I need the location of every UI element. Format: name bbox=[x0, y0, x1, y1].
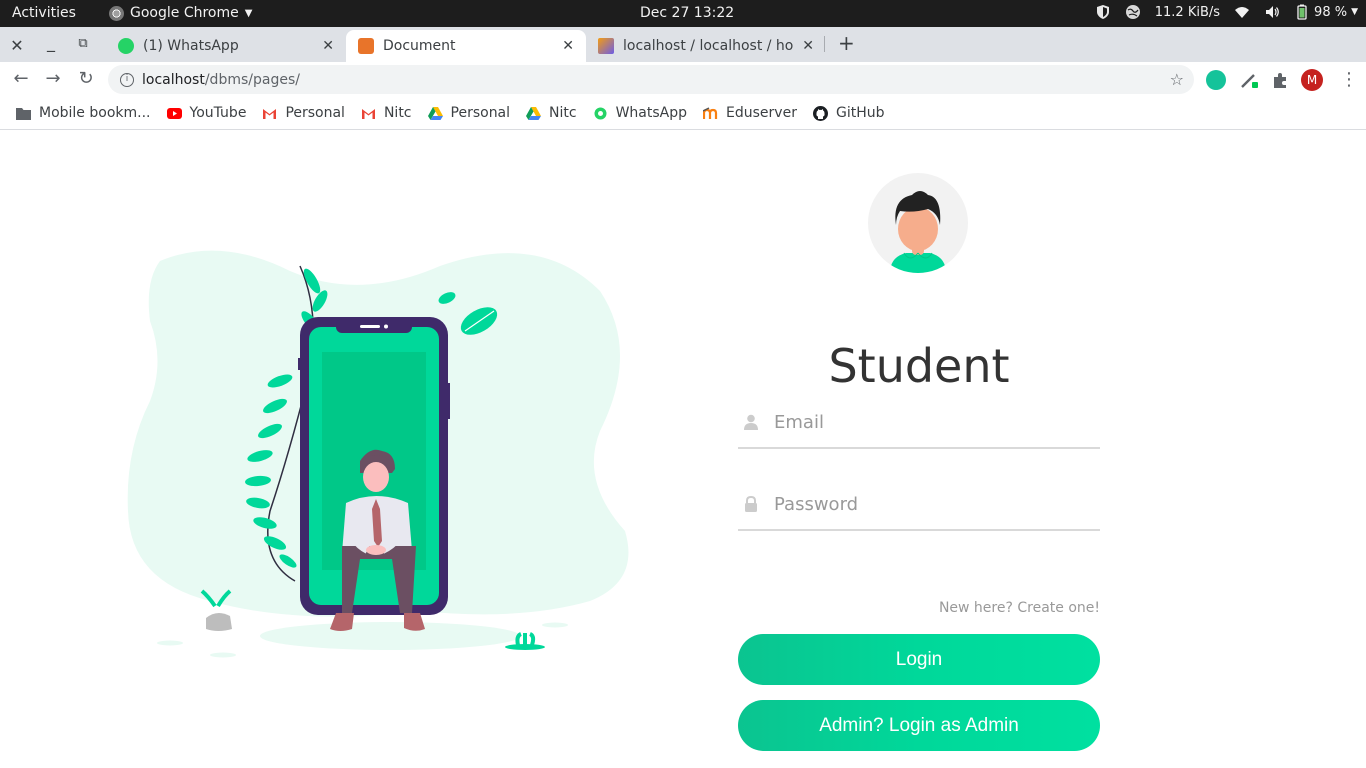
chrome-icon bbox=[109, 5, 124, 21]
battery-icon bbox=[1297, 4, 1307, 20]
tab-title: (1) WhatsApp bbox=[143, 38, 239, 54]
folder-icon bbox=[16, 107, 31, 120]
lock-icon bbox=[745, 496, 757, 512]
bookmark-star-icon[interactable]: ☆ bbox=[1170, 70, 1184, 89]
eyedropper-extension-icon[interactable] bbox=[1239, 70, 1259, 90]
bookmark-label: Eduserver bbox=[726, 105, 797, 121]
globe-icon bbox=[1125, 5, 1140, 19]
bookmark-eduserver[interactable]: Eduserver bbox=[703, 105, 797, 121]
tab-whatsapp[interactable]: (1) WhatsApp ✕ bbox=[106, 30, 346, 62]
new-tab-button[interactable]: + bbox=[838, 31, 855, 55]
wifi-icon bbox=[1235, 7, 1250, 18]
moodle-icon bbox=[703, 106, 718, 119]
email-input[interactable] bbox=[774, 407, 1094, 437]
app-menu[interactable]: Google Chrome ▼ bbox=[109, 5, 252, 21]
url-host: localhost bbox=[142, 71, 205, 88]
password-field-wrapper bbox=[738, 481, 1100, 531]
battery-level: 98 % bbox=[1314, 4, 1348, 20]
volume-icon bbox=[1266, 6, 1279, 18]
shield-icon bbox=[1096, 5, 1109, 19]
bookmark-github[interactable]: GitHub bbox=[812, 105, 885, 121]
extensions-puzzle-icon[interactable] bbox=[1270, 70, 1290, 90]
restore-icon[interactable]: ⧉ bbox=[74, 36, 92, 51]
app-name: Google Chrome bbox=[130, 5, 239, 21]
network-speed: 11.2 KiB/s bbox=[1154, 4, 1221, 20]
password-input[interactable] bbox=[774, 489, 1094, 519]
minimize-icon[interactable]: _ bbox=[42, 33, 60, 52]
tab-document[interactable]: Document ✕ bbox=[346, 30, 586, 62]
bookmark-gmail-personal[interactable]: Personal bbox=[262, 105, 345, 121]
bookmark-label: WhatsApp bbox=[615, 105, 688, 121]
bookmark-mobile[interactable]: Mobile bookm... bbox=[16, 105, 151, 121]
close-window-icon[interactable]: ✕ bbox=[8, 36, 26, 55]
drive-icon bbox=[526, 106, 542, 120]
xampp-icon bbox=[358, 38, 374, 54]
activities-button[interactable]: Activities bbox=[12, 5, 76, 21]
back-arrow-icon[interactable]: ← bbox=[10, 68, 32, 89]
close-tab-icon[interactable]: ✕ bbox=[802, 38, 814, 54]
bookmarks-bar: Mobile bookm... YouTube Personal Nitc Pe… bbox=[0, 97, 1366, 130]
url-path: /dbms/pages/ bbox=[204, 71, 300, 88]
browser-toolbar: ← → ↻ i localhost/dbms/pages/ ☆ M ⋮ bbox=[0, 62, 1366, 97]
bookmark-label: Personal bbox=[285, 105, 345, 121]
tab-phpmyadmin[interactable]: localhost / localhost / hos ✕ bbox=[586, 30, 826, 62]
bookmark-label: Nitc bbox=[549, 105, 577, 121]
bookmark-label: YouTube bbox=[189, 105, 247, 121]
whatsapp-icon bbox=[594, 107, 607, 119]
tab-strip: ✕ _ ⧉ (1) WhatsApp ✕ Document ✕ localhos… bbox=[0, 27, 1366, 62]
close-tab-icon[interactable]: ✕ bbox=[322, 38, 334, 54]
youtube-icon bbox=[166, 107, 182, 119]
create-account-link[interactable]: New here? Create one! bbox=[939, 600, 1100, 616]
user-icon bbox=[744, 414, 758, 430]
page-content: Student New here? Create one! Login Admi… bbox=[0, 131, 1366, 768]
page-title: Student bbox=[828, 339, 1010, 393]
bookmark-label: Mobile bookm... bbox=[39, 105, 151, 121]
bookmark-label: GitHub bbox=[835, 105, 885, 121]
forward-arrow-icon[interactable]: → bbox=[42, 68, 64, 89]
dropdown-arrow-icon: ▼ bbox=[244, 7, 253, 19]
email-field-wrapper bbox=[738, 399, 1100, 449]
bookmark-label: Nitc bbox=[383, 105, 412, 121]
admin-login-button[interactable]: Admin? Login as Admin bbox=[738, 700, 1100, 751]
drive-icon bbox=[427, 106, 443, 120]
clock[interactable]: Dec 27 13:22 bbox=[640, 5, 734, 21]
tab-title: localhost / localhost / hos bbox=[623, 38, 795, 54]
gmail-icon bbox=[361, 108, 375, 119]
address-bar[interactable]: i localhost/dbms/pages/ ☆ bbox=[108, 65, 1194, 94]
bookmark-youtube[interactable]: YouTube bbox=[166, 105, 247, 121]
info-icon[interactable]: i bbox=[120, 72, 134, 87]
reload-icon[interactable]: ↻ bbox=[75, 68, 97, 89]
gmail-icon bbox=[263, 108, 277, 119]
student-avatar-icon bbox=[890, 191, 946, 273]
system-top-bar: Activities Google Chrome ▼ Dec 27 13:22 … bbox=[0, 0, 1366, 27]
bookmark-drive-personal[interactable]: Personal bbox=[427, 105, 511, 121]
phpmyadmin-icon bbox=[598, 38, 614, 54]
system-tray[interactable]: 11.2 KiB/s 98 % ▼ bbox=[1095, 4, 1358, 20]
bookmark-label: Personal bbox=[450, 105, 511, 121]
profile-avatar[interactable]: M bbox=[1301, 69, 1323, 91]
close-tab-icon[interactable]: ✕ bbox=[562, 38, 574, 54]
whatsapp-icon bbox=[118, 38, 134, 54]
grammarly-icon[interactable] bbox=[1206, 70, 1226, 90]
tab-title: Document bbox=[383, 38, 456, 54]
dropdown-arrow-icon: ▼ bbox=[1351, 7, 1358, 17]
bookmark-drive-nitc[interactable]: Nitc bbox=[526, 105, 577, 121]
tab-separator bbox=[824, 36, 825, 52]
menu-kebab-icon[interactable]: ⋮ bbox=[1340, 69, 1358, 90]
phone-illustration bbox=[127, 250, 629, 658]
github-icon bbox=[812, 105, 828, 121]
login-button[interactable]: Login bbox=[738, 634, 1100, 685]
bookmark-whatsapp[interactable]: WhatsApp bbox=[593, 105, 687, 121]
avatar bbox=[868, 173, 968, 273]
bookmark-gmail-nitc[interactable]: Nitc bbox=[361, 105, 412, 121]
